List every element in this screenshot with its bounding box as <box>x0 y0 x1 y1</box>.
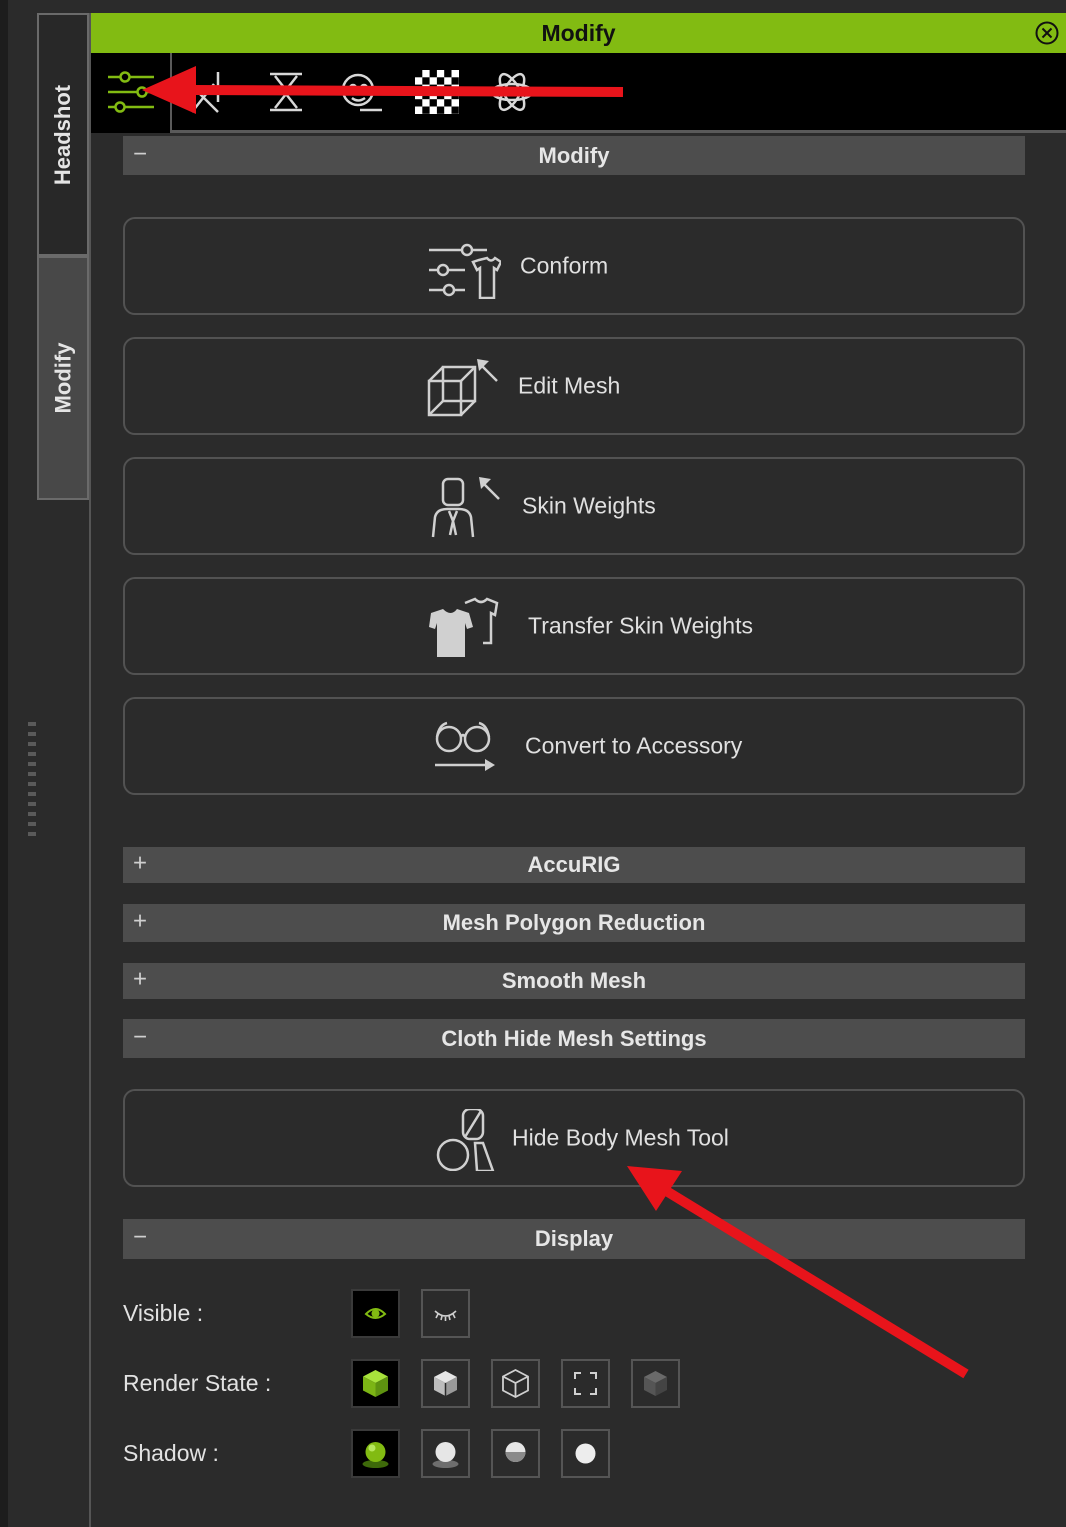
morph-head-icon[interactable] <box>336 68 384 116</box>
visible-on-button[interactable] <box>351 1289 400 1338</box>
conform-icon <box>429 243 501 299</box>
conform-label: Conform <box>520 252 609 279</box>
bounding-box-icon <box>574 1372 597 1395</box>
visible-off-button[interactable] <box>421 1289 470 1338</box>
hide-body-mesh-tool-label: Hide Body Mesh Tool <box>512 1124 729 1151</box>
wireframe-cube-icon <box>502 1368 529 1399</box>
glasses-arrow-icon <box>435 721 495 771</box>
skin-weights-icon <box>431 477 500 538</box>
expand-icon: + <box>133 907 148 935</box>
edit-mesh-label: Edit Mesh <box>518 372 621 399</box>
visible-label: Visible : <box>123 1300 204 1326</box>
section-mesh-polygon-reduction-label: Mesh Polygon Reduction <box>442 910 706 935</box>
section-display-header[interactable]: − Display <box>123 1219 1025 1259</box>
edit-mesh-button[interactable]: Edit Mesh <box>123 337 1025 435</box>
half-shaded-sphere-icon <box>505 1442 526 1462</box>
collapse-icon: − <box>133 1223 148 1251</box>
tab-modify-label: Modify <box>50 342 76 414</box>
panel-titlebar: Modify <box>91 13 1066 53</box>
section-smooth-mesh-label: Smooth Mesh <box>501 968 647 993</box>
shadow-receive-button[interactable] <box>491 1429 540 1478</box>
shadow-cast-button[interactable] <box>421 1429 470 1478</box>
section-mesh-polygon-reduction-header[interactable]: + Mesh Polygon Reduction <box>123 904 1025 942</box>
section-cloth-hide-mesh-label: Cloth Hide Mesh Settings <box>441 1025 707 1051</box>
convert-to-accessory-button[interactable]: Convert to Accessory <box>123 697 1025 795</box>
section-cloth-hide-mesh-header[interactable]: − Cloth Hide Mesh Settings <box>123 1019 1025 1058</box>
checker-texture-icon[interactable] <box>413 68 461 116</box>
hide-body-mesh-tool-button[interactable]: Hide Body Mesh Tool <box>123 1089 1025 1187</box>
solid-cube-icon <box>363 1370 388 1397</box>
tab-headshot-label: Headshot <box>50 84 75 185</box>
render-smooth-shaded-button[interactable] <box>351 1359 400 1408</box>
shadow-label: Shadow : <box>123 1440 219 1466</box>
left-dock-strip <box>0 0 8 1527</box>
convert-to-accessory-label: Convert to Accessory <box>525 732 743 759</box>
transfer-skin-weights-label: Transfer Skin Weights <box>528 612 753 639</box>
section-display-label: Display <box>534 1226 614 1251</box>
transfer-shirt-icon <box>429 597 499 657</box>
modify-sliders-icon[interactable] <box>106 68 154 116</box>
render-state-label: Render State : <box>123 1370 272 1396</box>
tab-headshot[interactable]: Headshot <box>37 13 89 256</box>
green-sphere-shadow-icon <box>362 1442 389 1468</box>
render-bounding-box-button[interactable] <box>561 1359 610 1408</box>
shadow-none-button[interactable] <box>561 1429 610 1478</box>
toolbar-divider-bottom <box>170 130 1066 133</box>
section-accurig-header[interactable]: + AccuRIG <box>123 847 1025 883</box>
render-wireframe-button[interactable] <box>491 1359 540 1408</box>
physics-atom-icon[interactable] <box>488 68 536 116</box>
expand-icon: + <box>133 965 148 993</box>
faceted-cube-icon <box>434 1371 457 1396</box>
hide-body-mesh-icon <box>436 1109 495 1171</box>
shadow-cast-receive-button[interactable] <box>351 1429 400 1478</box>
dim-cube-icon <box>644 1371 667 1396</box>
tab-modify[interactable]: Modify <box>37 256 89 500</box>
expand-icon: + <box>133 849 148 877</box>
edit-mesh-cube-icon <box>427 359 498 417</box>
render-hidden-button[interactable] <box>631 1359 680 1408</box>
section-accurig-label: AccuRIG <box>527 852 621 877</box>
hourglass-icon[interactable] <box>262 68 310 116</box>
eye-open-icon <box>364 1308 387 1319</box>
pose-icon[interactable] <box>188 68 236 116</box>
collapse-icon: − <box>133 140 148 168</box>
section-smooth-mesh-header[interactable]: + Smooth Mesh <box>123 963 1025 999</box>
panel-left-border <box>89 13 91 1527</box>
plain-sphere-icon <box>575 1443 596 1464</box>
conform-button[interactable]: Conform <box>123 217 1025 315</box>
transfer-skin-weights-button[interactable]: Transfer Skin Weights <box>123 577 1025 675</box>
section-modify-header[interactable]: − Modify <box>123 136 1025 175</box>
collapse-icon: − <box>133 1023 148 1051</box>
eye-closed-icon <box>434 1310 457 1321</box>
toolbar-divider <box>170 53 172 133</box>
modify-toolbar <box>91 53 1066 133</box>
skin-weights-label: Skin Weights <box>522 492 656 519</box>
section-modify-label: Modify <box>538 142 610 168</box>
render-faceted-button[interactable] <box>421 1359 470 1408</box>
dock-drag-handle[interactable] <box>28 722 36 840</box>
sphere-shadow-icon <box>432 1442 459 1468</box>
skin-weights-button[interactable]: Skin Weights <box>123 457 1025 555</box>
close-icon[interactable] <box>1035 21 1059 45</box>
panel-title: Modify <box>541 19 616 46</box>
